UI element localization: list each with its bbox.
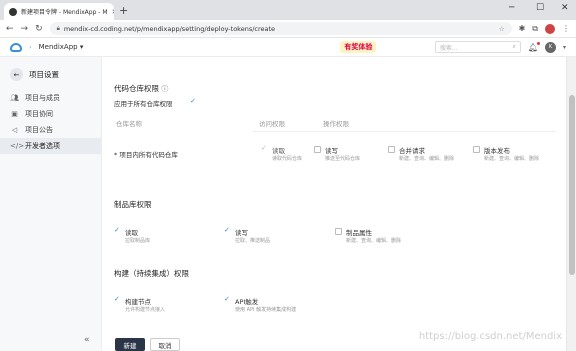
col-repo-name: 仓库名称 [116,120,142,128]
help-icon[interactable]: ⓘ [161,85,168,93]
promo-badge[interactable]: 有奖体验 [340,41,377,53]
collab-icon: ▣ [11,110,18,118]
app-header: › MendixApp ▾ 有奖体验 搜索... ⌕ 🔔︎ K ▾ [0,38,576,57]
perm-label: 读取 [272,147,285,155]
url-input[interactable]: 🔒︎ mendix-cd.coding.net/p/mendixapp/sett… [49,22,512,35]
sidebar-item-label: 项目与成员 [25,94,60,102]
url-text: mendix-cd.coding.net/p/mendixapp/setting… [63,24,276,33]
perm-hint: 使用 API 触发持续集成构建 [235,307,297,313]
perm-label: 版本发布 [484,147,510,155]
repo-row-name: * 项目内所有代码仓库 [114,151,178,159]
perm-label: 读写 [235,229,248,237]
perm-hint: 允许构建节点接入 [125,307,166,313]
address-bar-row: ← → ↻ 🔒︎ mendix-cd.coding.net/p/mendixap… [0,20,576,38]
code-icon: </> [10,142,25,150]
artifact-props-checkbox[interactable] [335,228,342,235]
col-ops: 操作权限 [323,120,349,128]
repo-release-checkbox[interactable] [473,146,480,153]
repo-read-checkbox [261,144,268,153]
scrollbar[interactable] [566,57,576,351]
sidebar-title: 项目设置 [29,70,59,79]
cancel-button[interactable]: 取消 [150,338,180,351]
minimize-icon[interactable]: ─ [509,3,514,13]
perm-hint: 拉取、推送制品 [235,238,271,244]
browser-tab[interactable]: 新建项目令牌 - MendixApp - M ✕ [4,3,114,20]
sidebar-item-label: 开发者选项 [25,142,60,150]
sidebar: ← 项目设置 👥︎ 项目与成员 ▣ 项目协同 ◁ 项目公告 </> 开发者选项 … [0,57,102,351]
lock-icon: 🔒︎ [56,24,60,32]
repo-rw-checkbox[interactable] [314,146,321,153]
tab-title: 新建项目令牌 - MendixApp - M [21,9,108,16]
divider [253,131,556,132]
forward-icon[interactable]: → [21,24,29,34]
notification-dot [536,41,540,45]
artifact-section-title: 制品库权限 [114,200,152,209]
sidebar-item-announce[interactable]: ◁ 项目公告 [0,122,101,138]
search-input[interactable]: 搜索... ⌕ [434,41,521,53]
perm-hint: 推送至代码仓库 [325,156,361,162]
sidebar-item-collab[interactable]: ▣ 项目协同 [0,106,101,122]
ci-api-checkbox[interactable] [224,295,231,304]
breadcrumb-separator-icon: › [29,43,32,51]
perm-label: API触发 [235,298,259,306]
perm-hint: 新建、查询、编辑、删除 [484,156,540,162]
browser-tabbar: 新建项目令牌 - MendixApp - M ✕ + ─ ☐ ✕ [0,0,576,20]
sidebar-item-developer[interactable]: </> 开发者选项 [0,138,101,154]
star-icon[interactable]: ☆ [499,25,505,33]
browser-menu-icon[interactable]: ⋮ [562,24,570,33]
sidebar-item-members[interactable]: 👥︎ 项目与成员 [0,90,101,106]
project-name: MendixApp [38,43,78,51]
browser-profile-icon[interactable] [545,23,555,34]
main-content: 代码仓库权限 ⓘ 应用于所有仓库权限 仓库名称 访问权限 操作权限 * 项目内所… [103,57,566,351]
repo-mr-checkbox[interactable] [388,146,395,153]
repo-section-title: 代码仓库权限 ⓘ [114,83,168,94]
reload-icon[interactable]: ↻ [35,24,43,34]
artifact-read-checkbox[interactable] [114,226,121,235]
create-button[interactable]: 新建 [115,338,145,351]
collapse-sidebar-icon[interactable]: « [84,335,90,345]
apply-all-text: 应用于所有仓库权限 [114,100,173,108]
project-switcher[interactable]: MendixApp ▾ [39,43,84,51]
close-window-icon[interactable]: ✕ [561,3,569,13]
close-tab-icon[interactable]: ✕ [112,8,114,16]
perm-hint: 拉取制品库 [125,238,151,244]
arrow-left-icon: ← [10,68,23,81]
perm-label: 制品属性 [346,229,372,237]
apply-all-label: 应用于所有仓库权限 [114,98,173,108]
back-to-settings[interactable]: ← 项目设置 [0,57,101,90]
bell-icon[interactable]: 🔔︎ [528,41,540,52]
new-tab-button[interactable]: + [119,4,128,17]
perm-hint: 新建、查询、编辑、删除 [399,156,455,162]
watermark: https://blog.csdn.net/Mendix [418,331,562,342]
extension-icon[interactable]: ✱ [519,24,526,33]
cloud-logo-icon[interactable] [10,42,22,52]
avatar[interactable]: K [544,41,556,53]
search-placeholder: 搜索... [439,44,458,52]
back-icon[interactable]: ← [6,24,14,34]
apply-all-checkbox[interactable] [190,97,197,106]
perm-hint: 读取代码仓库 [272,156,303,162]
favicon-icon [9,7,17,16]
puzzle-icon[interactable]: ⧉ [532,24,538,34]
perm-label: 构建节点 [125,298,151,306]
chevron-down-icon[interactable]: ▾ [563,44,566,51]
scrollbar-thumb[interactable] [569,95,575,275]
sidebar-item-label: 项目协同 [25,110,53,118]
sidebar-item-label: 项目公告 [25,126,53,134]
perm-label: 读取 [125,229,138,237]
search-icon: ⌕ [512,43,516,50]
artifact-rw-checkbox[interactable] [224,226,231,235]
ci-node-checkbox[interactable] [114,295,121,304]
perm-label: 合并请求 [399,147,425,155]
maximize-icon[interactable]: ☐ [536,3,544,13]
repo-title-text: 代码仓库权限 [114,84,159,93]
ci-section-title: 构建（持续集成）权限 [114,269,189,278]
perm-hint: 新建、查询、编辑、删除 [346,238,402,244]
col-access: 访问权限 [259,120,285,128]
members-icon: 👥︎ [10,94,19,102]
perm-label: 读写 [325,147,338,155]
announce-icon: ◁ [11,126,18,134]
